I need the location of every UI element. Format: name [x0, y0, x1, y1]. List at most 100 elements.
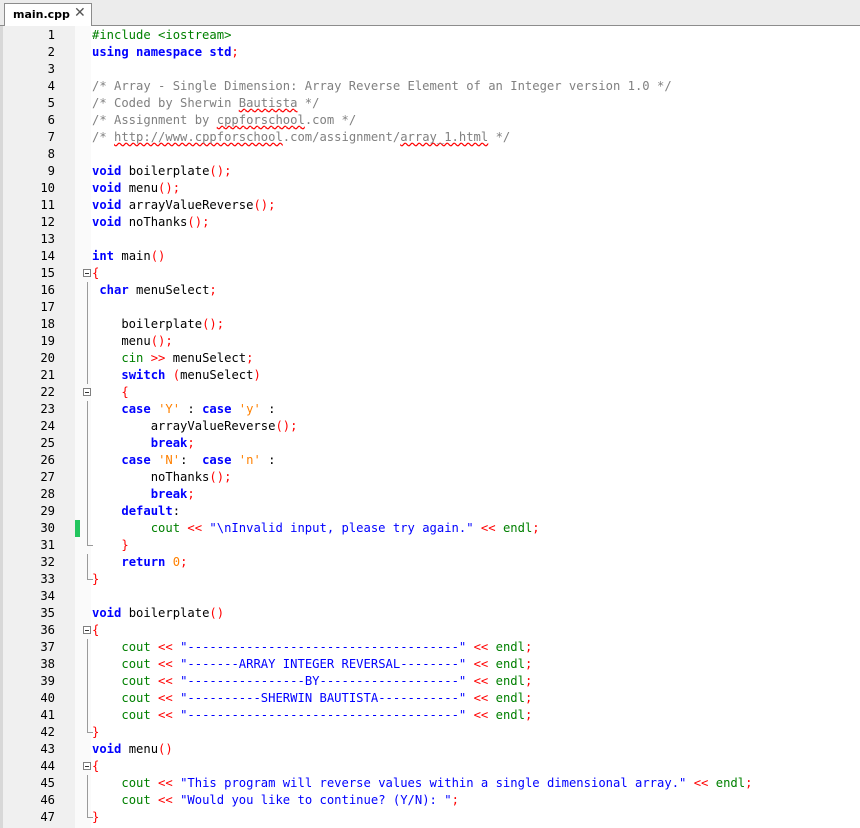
code-text: } [121, 538, 129, 552]
code-text: cout << "\nInvalid input, please try aga… [150, 521, 540, 535]
line-number: 3 [47, 62, 55, 76]
line-number: 16 [40, 283, 55, 297]
code-line[interactable]: 2 using namespace std; [3, 44, 860, 61]
code-line[interactable]: 29 default: [3, 503, 860, 520]
fold-guide [87, 435, 88, 452]
fold-guide [87, 503, 88, 520]
fold-guide [87, 350, 88, 367]
code-line[interactable]: 47} [3, 809, 860, 826]
code-line[interactable]: 30 cout << "\nInvalid input, please try … [3, 520, 860, 537]
fold-toggle-icon[interactable] [83, 388, 91, 396]
code-line[interactable]: 7 /* http://www.cppforschool.com/assignme… [3, 129, 860, 146]
code-line[interactable]: 13 [3, 231, 860, 248]
code-line[interactable]: 20 cin >> menuSelect; [3, 350, 860, 367]
code-line[interactable]: 10 void menu(); [3, 180, 860, 197]
fold-guide [87, 333, 88, 350]
code-line[interactable]: 36 { [3, 622, 860, 639]
code-line[interactable]: 27 noThanks(); [3, 469, 860, 486]
fold-toggle-icon[interactable] [83, 762, 91, 770]
code-text: cout << "-------------------------------… [121, 708, 533, 722]
fold-toggle-icon[interactable] [83, 626, 91, 634]
fold-toggle-icon[interactable] [83, 269, 91, 277]
code-line[interactable]: 23 case 'Y' : case 'y' : [3, 401, 860, 418]
fold-guide [87, 299, 88, 316]
code-line[interactable]: 1 #include <iostream> [3, 27, 860, 44]
code-line[interactable]: 22 { [3, 384, 860, 401]
fold-guide [87, 792, 88, 809]
code-line[interactable]: 31 } [3, 537, 860, 554]
line-number: 33 [40, 572, 55, 586]
fold-guide [87, 367, 88, 384]
line-number: 21 [40, 368, 55, 382]
code-line[interactable]: 33} [3, 571, 860, 588]
line-number: 15 [40, 266, 55, 280]
code-line[interactable]: 41 cout << "----------------------------… [3, 707, 860, 724]
code-line[interactable]: 21 switch (menuSelect) [3, 367, 860, 384]
line-number: 14 [40, 249, 55, 263]
code-line[interactable]: 26 case 'N': case 'n' : [3, 452, 860, 469]
code-line[interactable]: 34 [3, 588, 860, 605]
line-number: 25 [40, 436, 55, 450]
code-text: } [92, 725, 100, 739]
fold-guide [87, 282, 88, 299]
line-number: 29 [40, 504, 55, 518]
code-line[interactable]: 5 /* Coded by Sherwin Bautista */ [3, 95, 860, 112]
code-line[interactable]: 19 menu(); [3, 333, 860, 350]
code-line[interactable]: 18 boilerplate(); [3, 316, 860, 333]
tab-main-cpp[interactable]: main.cpp ✕ [4, 3, 92, 26]
fold-guide [87, 469, 88, 486]
code-text: case 'N': case 'n' : [121, 453, 276, 467]
code-line[interactable]: 28 break; [3, 486, 860, 503]
line-number: 24 [40, 419, 55, 433]
code-line[interactable]: 9 void boilerplate(); [3, 163, 860, 180]
code-line[interactable]: 32 return 0; [3, 554, 860, 571]
code-line[interactable]: 14 int main() [3, 248, 860, 265]
code-text: void noThanks(); [92, 215, 210, 229]
code-line[interactable]: 4 /* Array - Single Dimension: Array Reve… [3, 78, 860, 95]
code-line[interactable]: 35 void boilerplate() [3, 605, 860, 622]
code-line[interactable]: 45 cout << "This program will reverse va… [3, 775, 860, 792]
code-line[interactable]: 40 cout << "----------SHERWIN BAUTISTA--… [3, 690, 860, 707]
code-line[interactable]: 38 cout << "-------ARRAY INTEGER REVERSA… [3, 656, 860, 673]
line-number: 37 [40, 640, 55, 654]
code-line[interactable]: 8 [3, 146, 860, 163]
code-line[interactable]: 25 break; [3, 435, 860, 452]
line-number: 30 [40, 521, 55, 535]
line-number: 47 [40, 810, 55, 824]
code-line[interactable]: 3 [3, 61, 860, 78]
code-line[interactable]: 44 { [3, 758, 860, 775]
code-line[interactable]: 11 void arrayValueReverse(); [3, 197, 860, 214]
fold-guide [87, 554, 88, 571]
code-text: void menu() [92, 742, 173, 756]
line-number: 7 [47, 130, 55, 144]
line-number: 5 [47, 96, 55, 110]
line-number: 44 [40, 759, 55, 773]
line-number: 11 [40, 198, 55, 212]
line-number: 40 [40, 691, 55, 705]
fold-guide [87, 656, 88, 673]
code-editor[interactable]: 1 #include <iostream> 2 using namespace std… [0, 26, 860, 828]
line-number: 45 [40, 776, 55, 790]
code-line[interactable]: 24 arrayValueReverse(); [3, 418, 860, 435]
code-line[interactable]: 46 cout << "Would you like to continue? … [3, 792, 860, 809]
line-number: 10 [40, 181, 55, 195]
close-icon[interactable]: ✕ [74, 5, 86, 21]
code-line[interactable]: 43 void menu() [3, 741, 860, 758]
fold-guide [87, 775, 88, 792]
code-line[interactable]: 17 [3, 299, 860, 316]
fold-guide [87, 452, 88, 469]
code-line[interactable]: 39 cout << "----------------BY----------… [3, 673, 860, 690]
code-line[interactable]: 15 { [3, 265, 860, 282]
code-line[interactable]: 12 void noThanks(); [3, 214, 860, 231]
code-text: break; [150, 436, 195, 450]
tab-bar: main.cpp ✕ [0, 0, 860, 26]
fold-guide [87, 673, 88, 690]
line-number: 38 [40, 657, 55, 671]
line-number: 26 [40, 453, 55, 467]
code-line[interactable]: 42} [3, 724, 860, 741]
code-line[interactable]: 37 cout << "----------------------------… [3, 639, 860, 656]
line-number: 41 [40, 708, 55, 722]
code-line[interactable]: 16 char menuSelect; [3, 282, 860, 299]
code-text: cout << "-------ARRAY INTEGER REVERSAL--… [121, 657, 533, 671]
code-line[interactable]: 6 /* Assignment by cppforschool.com */ [3, 112, 860, 129]
